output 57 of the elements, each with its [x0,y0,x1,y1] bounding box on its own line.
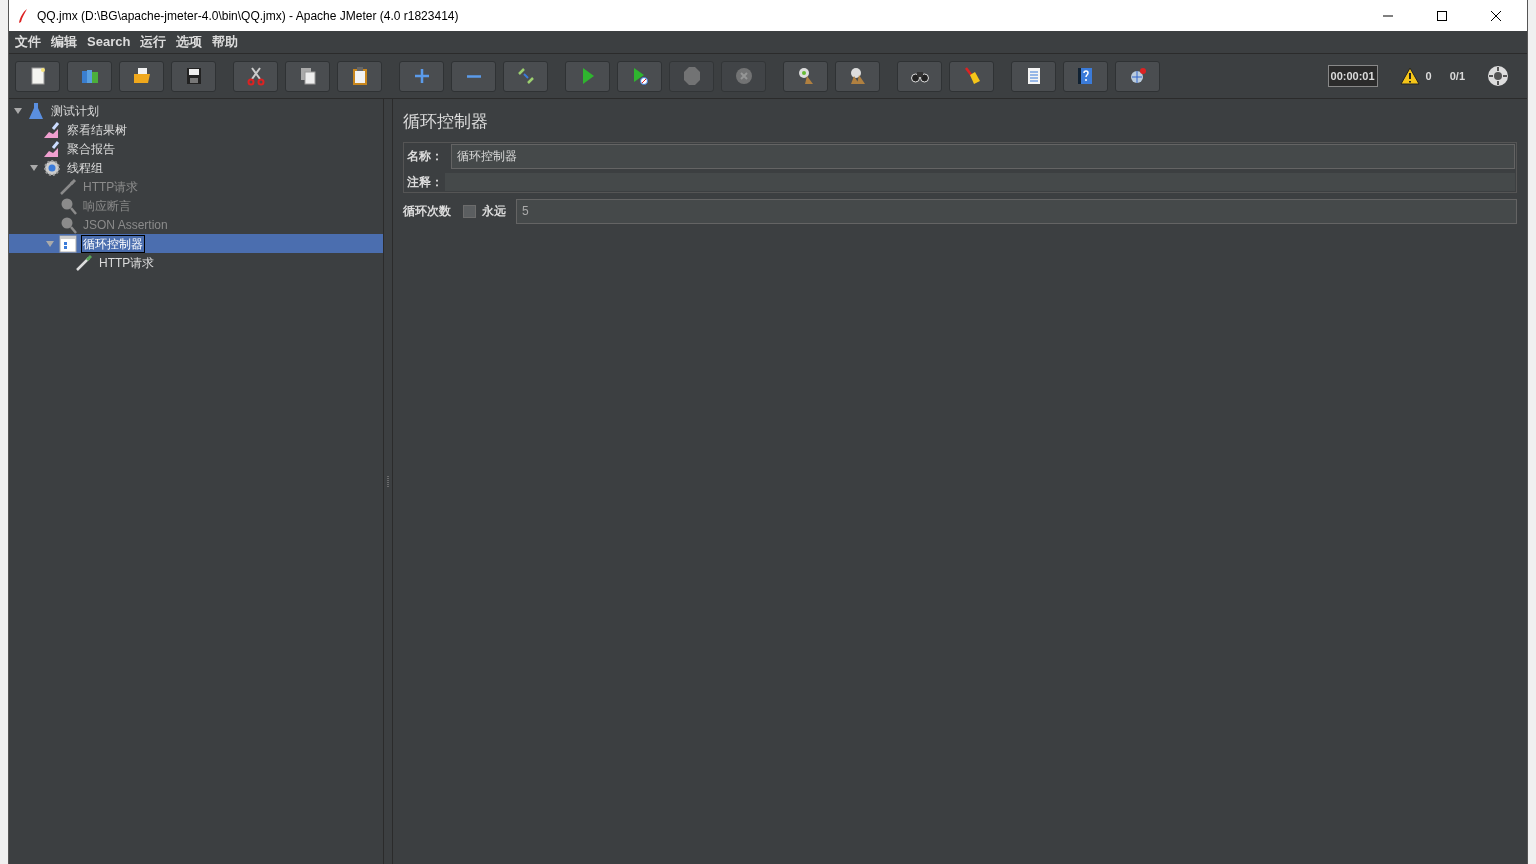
toolbar-button[interactable] [285,60,330,92]
close-icon [1491,10,1501,21]
toolbar-button[interactable] [835,60,880,92]
pipette-icon [75,253,93,272]
loop-count-field[interactable]: 5 [516,198,1517,224]
tree-item[interactable]: HTTP请求 [97,253,157,272]
stop-sign-icon [681,66,702,86]
name-field[interactable]: 循环控制器 [451,143,1515,169]
menu-item[interactable]: 选项 [172,32,207,52]
tree-item[interactable]: 循环控制器 [81,234,145,253]
toolbar-button[interactable] [15,60,60,92]
toolbar-button[interactable] [949,60,994,92]
toolbar-button[interactable] [171,60,216,92]
magnifier-icon [59,215,77,234]
menu-item[interactable]: 文件 [11,32,45,52]
magnifier-icon [59,196,77,215]
menu-item[interactable]: Search [83,32,135,52]
gear-icon [43,158,61,177]
comment-field[interactable] [445,172,1515,191]
warning-icon [1399,67,1420,85]
toolbar-button[interactable] [337,60,382,92]
panel-title: 循环控制器 [403,111,489,133]
elapsed-time: 00:00:01 [1327,64,1378,88]
toolbar-button[interactable] [233,60,278,92]
thread-count: 0/1 [1449,68,1465,84]
toolbar-button[interactable] [1011,60,1056,92]
minus-icon [466,74,481,78]
expand-arrow-icon[interactable] [13,105,23,116]
checkbox[interactable] [463,204,476,218]
feather-icon [17,7,29,24]
expand-arrow-icon[interactable] [29,162,39,173]
tree-item[interactable]: 聚合报告 [65,139,117,158]
tree-item[interactable]: 测试计划 [49,101,101,120]
field-label: 名称： [406,148,444,165]
splitter-grip-icon[interactable] [386,475,390,488]
window-icon [59,234,77,253]
menu-item[interactable]: 帮助 [208,32,243,52]
pipette-icon [59,177,77,196]
toolbar-button[interactable] [1115,60,1160,92]
warning-count: 0 [1425,68,1432,84]
window-title: QQ.jmx (D:\BG\apache-jmeter-4.0\bin\QQ.jmx) - Apache JMeter (4.0 r1823414) [37,7,459,25]
field-label: 循环次数 [403,203,451,220]
tree-item[interactable]: 线程组 [65,158,105,177]
folder-icon [131,66,152,86]
checkbox-label: 永远 [482,203,506,220]
close-circle-icon [733,66,754,86]
scissors-icon [245,66,266,86]
toolbar-button[interactable] [783,60,828,92]
field-label: 注释： [406,173,444,191]
flask-icon [27,101,45,120]
maximize-icon [1437,10,1447,21]
toolbar-button[interactable] [119,60,164,92]
menu-item[interactable]: 编辑 [47,32,81,52]
chart-icon [43,139,61,158]
menu-item[interactable]: 运行 [136,32,171,52]
chart-icon [43,120,61,139]
tree-item[interactable]: 察看结果树 [65,120,129,139]
